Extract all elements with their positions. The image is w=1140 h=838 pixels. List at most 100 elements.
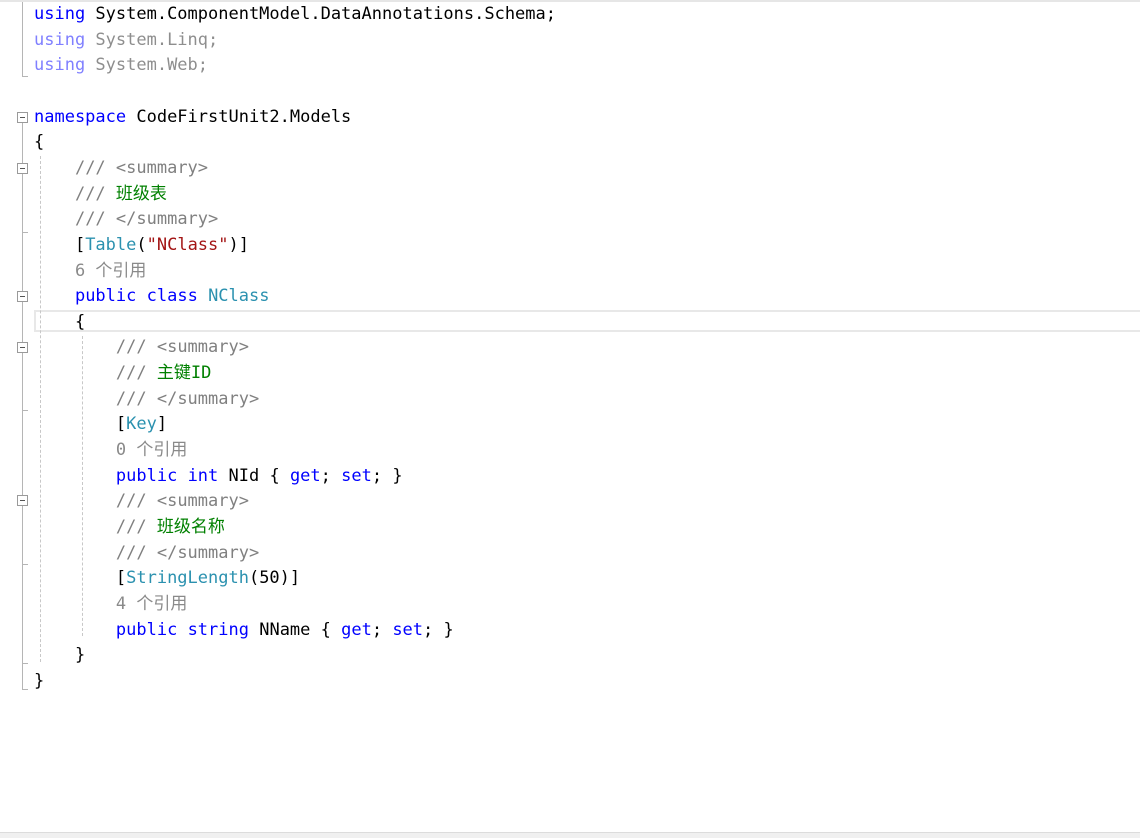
code-line[interactable]: /// 主键ID	[34, 360, 211, 386]
code-line[interactable]: using System.ComponentModel.DataAnnotati…	[34, 1, 556, 27]
code-line[interactable]: /// 班级表	[34, 181, 167, 207]
collapse-summary-icon[interactable]	[17, 342, 28, 353]
code-token: ///	[115, 363, 157, 384]
code-token: CodeFirstUnit2.Models	[126, 106, 352, 127]
code-line[interactable]: /// 班级名称	[34, 514, 225, 540]
code-token: <summary>	[156, 491, 249, 512]
code-line[interactable]: /// <summary>	[34, 334, 249, 360]
code-token: NId {	[218, 465, 290, 486]
fold-line	[22, 2, 23, 76]
code-token: set	[392, 619, 424, 640]
code-token: ///	[115, 491, 157, 512]
code-line[interactable]: }	[34, 668, 44, 694]
code-line[interactable]: namespace CodeFirstUnit2.Models	[34, 104, 351, 130]
code-line[interactable]: public int NId { get; set; }	[34, 463, 403, 489]
code-token: StringLength	[126, 568, 249, 589]
codelens-reference-count[interactable]: 0 个引用	[116, 440, 187, 460]
code-token: public	[115, 619, 178, 640]
code-token: System.Web;	[85, 55, 209, 76]
code-token: {	[34, 132, 45, 153]
code-line[interactable]: 6 个引用	[34, 258, 146, 284]
codelens-reference-count[interactable]: 6 个引用	[75, 261, 146, 281]
code-token: )]	[228, 234, 249, 255]
fold-line-end	[22, 76, 28, 77]
current-line-highlight	[34, 310, 1140, 332]
collapse-class-icon[interactable]	[17, 291, 28, 302]
code-line[interactable]: /// </summary>	[34, 206, 218, 232]
code-token: System.ComponentModel.DataAnnotations.Sc…	[85, 4, 556, 24]
fold-line-end	[22, 232, 28, 233]
code-token: get	[289, 465, 321, 486]
code-token: using	[34, 55, 86, 76]
code-line[interactable]: {	[34, 309, 85, 335]
code-token: "NClass"	[146, 234, 229, 255]
code-line[interactable]: using System.Web;	[34, 52, 208, 78]
code-token: int	[187, 465, 219, 486]
code-token: NName {	[248, 619, 342, 640]
code-line[interactable]: /// </summary>	[34, 540, 259, 566]
code-line[interactable]: /// <summary>	[34, 488, 249, 514]
code-token: namespace	[34, 106, 127, 127]
code-line[interactable]: 0 个引用	[34, 437, 187, 463]
code-token: [	[34, 414, 127, 435]
code-token: </summary>	[115, 209, 219, 230]
collapse-summary-icon[interactable]	[17, 495, 28, 506]
code-line[interactable]: using System.Linq;	[34, 27, 218, 53]
code-line[interactable]: [Table("NClass")]	[34, 232, 249, 258]
code-token: 主键ID	[156, 363, 212, 384]
fold-line-end	[22, 564, 28, 565]
code-token: 班级表	[115, 183, 167, 204]
fold-line	[22, 123, 23, 689]
fold-gutter	[0, 0, 32, 832]
code-line[interactable]: public string NName { get; set; }	[34, 617, 454, 643]
code-token: ;	[371, 619, 393, 640]
code-token: ///	[115, 542, 157, 563]
code-token: (50)]	[248, 568, 301, 589]
code-line[interactable]: /// <summary>	[34, 155, 208, 181]
collapse-namespace-icon[interactable]	[17, 112, 28, 123]
code-token: }	[34, 645, 86, 666]
code-editor[interactable]: using System.ComponentModel.DataAnnotati…	[0, 0, 1140, 832]
status-bar	[0, 832, 1140, 838]
code-token: NClass	[208, 286, 270, 307]
code-token: using	[34, 29, 86, 50]
code-token: 班级名称	[156, 517, 225, 537]
code-line[interactable]: /// </summary>	[34, 386, 259, 412]
code-line[interactable]: [Key]	[34, 411, 167, 437]
code-token: ///	[115, 337, 157, 358]
code-token: ;	[320, 465, 342, 486]
code-token: [	[34, 234, 86, 255]
code-token: public	[115, 465, 178, 486]
code-token: get	[341, 619, 372, 640]
code-token: class	[146, 286, 198, 307]
code-line[interactable]: {	[34, 129, 44, 155]
codelens-reference-count[interactable]: 4 个引用	[116, 594, 187, 614]
code-line[interactable]: public class NClass	[34, 283, 270, 309]
collapse-summary-icon[interactable]	[17, 163, 28, 174]
code-token: ///	[115, 388, 157, 409]
code-token: set	[341, 465, 372, 486]
code-line[interactable]: 4 个引用	[34, 591, 187, 617]
code-token: Table	[85, 234, 137, 255]
code-line[interactable]: }	[34, 642, 85, 668]
code-line[interactable]: [StringLength(50)]	[34, 565, 300, 591]
fold-line-end	[22, 689, 28, 690]
fold-line-end	[22, 410, 28, 411]
code-token: <summary>	[115, 157, 209, 178]
code-token: System.Linq;	[85, 29, 219, 50]
code-token: ///	[115, 517, 157, 537]
